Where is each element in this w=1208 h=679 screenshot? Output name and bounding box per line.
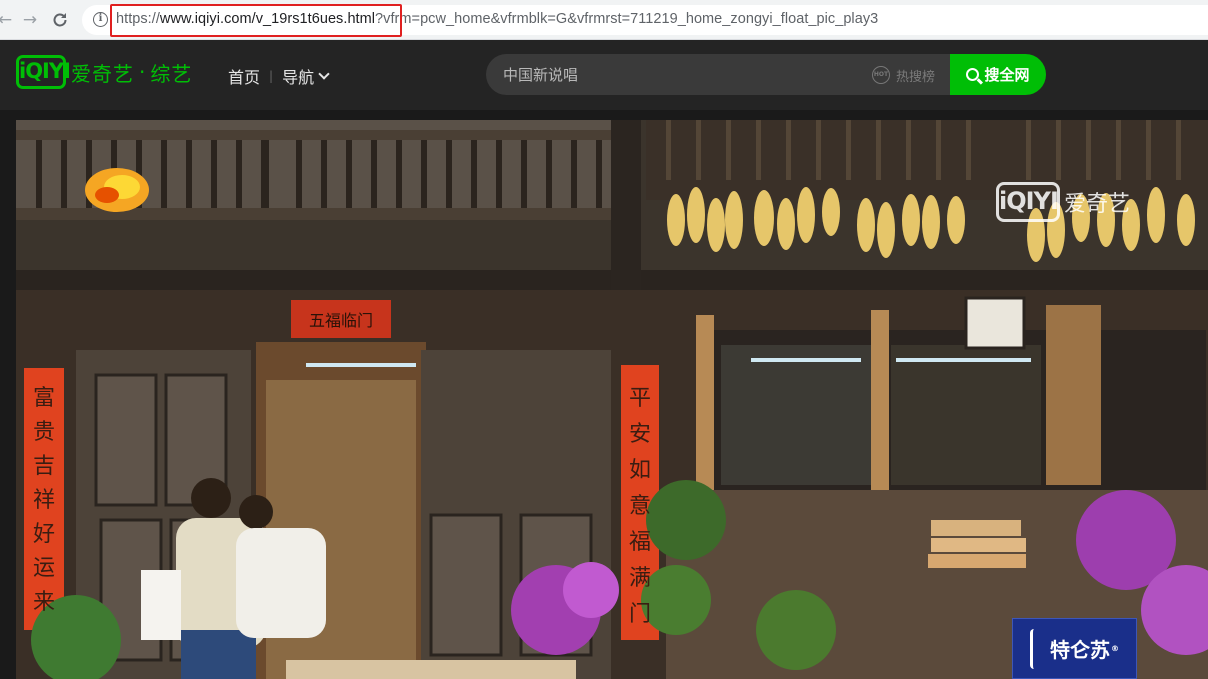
svg-text:贵: 贵 <box>33 420 55 445</box>
site-info-icon[interactable]: i <box>93 12 108 27</box>
sponsor-text: 特仑苏 <box>1050 638 1110 662</box>
search-all-button[interactable]: 搜全网 <box>950 54 1046 95</box>
search-button-label: 搜全网 <box>984 66 1030 84</box>
svg-text:富: 富 <box>33 386 55 411</box>
svg-text:祥: 祥 <box>33 488 55 513</box>
nav-home-link[interactable]: 首页 <box>228 64 260 88</box>
url-query: ?vfrm=pcw_home&vfrmblk=G&vfrmrst=711219_… <box>375 11 879 27</box>
reload-icon[interactable] <box>49 9 71 31</box>
station-logo-icon <box>85 168 149 212</box>
watermark-logo-icon: iQIYI <box>996 182 1060 222</box>
svg-text:如: 如 <box>629 458 651 483</box>
iqiyi-watermark: iQIYI 爱奇艺 <box>996 182 1130 222</box>
svg-text:平: 平 <box>629 386 651 411</box>
svg-text:来: 来 <box>33 590 55 615</box>
svg-text:门: 门 <box>629 602 651 627</box>
svg-text:好: 好 <box>33 522 55 547</box>
forward-arrow-icon[interactable]: → <box>19 9 41 31</box>
sponsor-glyph-icon <box>1030 628 1044 669</box>
channel-name[interactable]: 综艺 <box>150 58 192 87</box>
video-player[interactable]: 富贵吉祥好运来 平安如意福满门 五福临门 iQIYI 爱奇艺 特仑苏 ® <box>16 120 1208 679</box>
svg-text:福: 福 <box>629 530 651 555</box>
hot-icon[interactable]: HOT <box>872 66 890 84</box>
svg-text:意: 意 <box>629 494 651 519</box>
door-sign: 五福临门 <box>309 311 373 330</box>
couplet-right: 平安如意福满门 <box>629 386 651 627</box>
sponsor-badge: 特仑苏 ® <box>1012 618 1137 679</box>
search-icon <box>966 68 980 81</box>
hot-search-link[interactable]: 热搜榜 <box>896 66 935 85</box>
sponsor-registered-mark: ® <box>1111 644 1119 653</box>
watermark-text: 爱奇艺 <box>1064 192 1131 217</box>
logo-text: 爱奇艺 <box>71 61 134 86</box>
site-logo[interactable]: iQIYI 爱奇艺 · 综艺 <box>16 55 192 89</box>
browser-toolbar: ← → i https://www.iqiyi.com/v_19rs1t6ues… <box>0 0 1208 40</box>
svg-text:吉: 吉 <box>33 454 55 479</box>
svg-text:运: 运 <box>33 556 55 581</box>
chevron-down-icon[interactable] <box>318 67 330 80</box>
nav-divider: | <box>269 69 274 83</box>
site-header: iQIYI 爱奇艺 · 综艺 首页 | 导航 HOT 热搜榜 搜全网 <box>0 40 1208 110</box>
header-nav: 首页 | 导航 <box>228 64 330 88</box>
nav-guide-menu[interactable]: 导航 <box>282 64 314 88</box>
iqiyi-logo-icon: iQIYI <box>16 55 71 89</box>
url-highlight-box <box>110 4 402 37</box>
svg-text:安: 安 <box>629 422 651 447</box>
search-bar: HOT 热搜榜 搜全网 <box>486 54 1046 95</box>
couplet-left: 富贵吉祥好运来 <box>33 386 55 615</box>
svg-text:满: 满 <box>629 566 651 591</box>
back-arrow-icon[interactable]: ← <box>0 9 16 31</box>
logo-separator: · <box>139 60 146 84</box>
